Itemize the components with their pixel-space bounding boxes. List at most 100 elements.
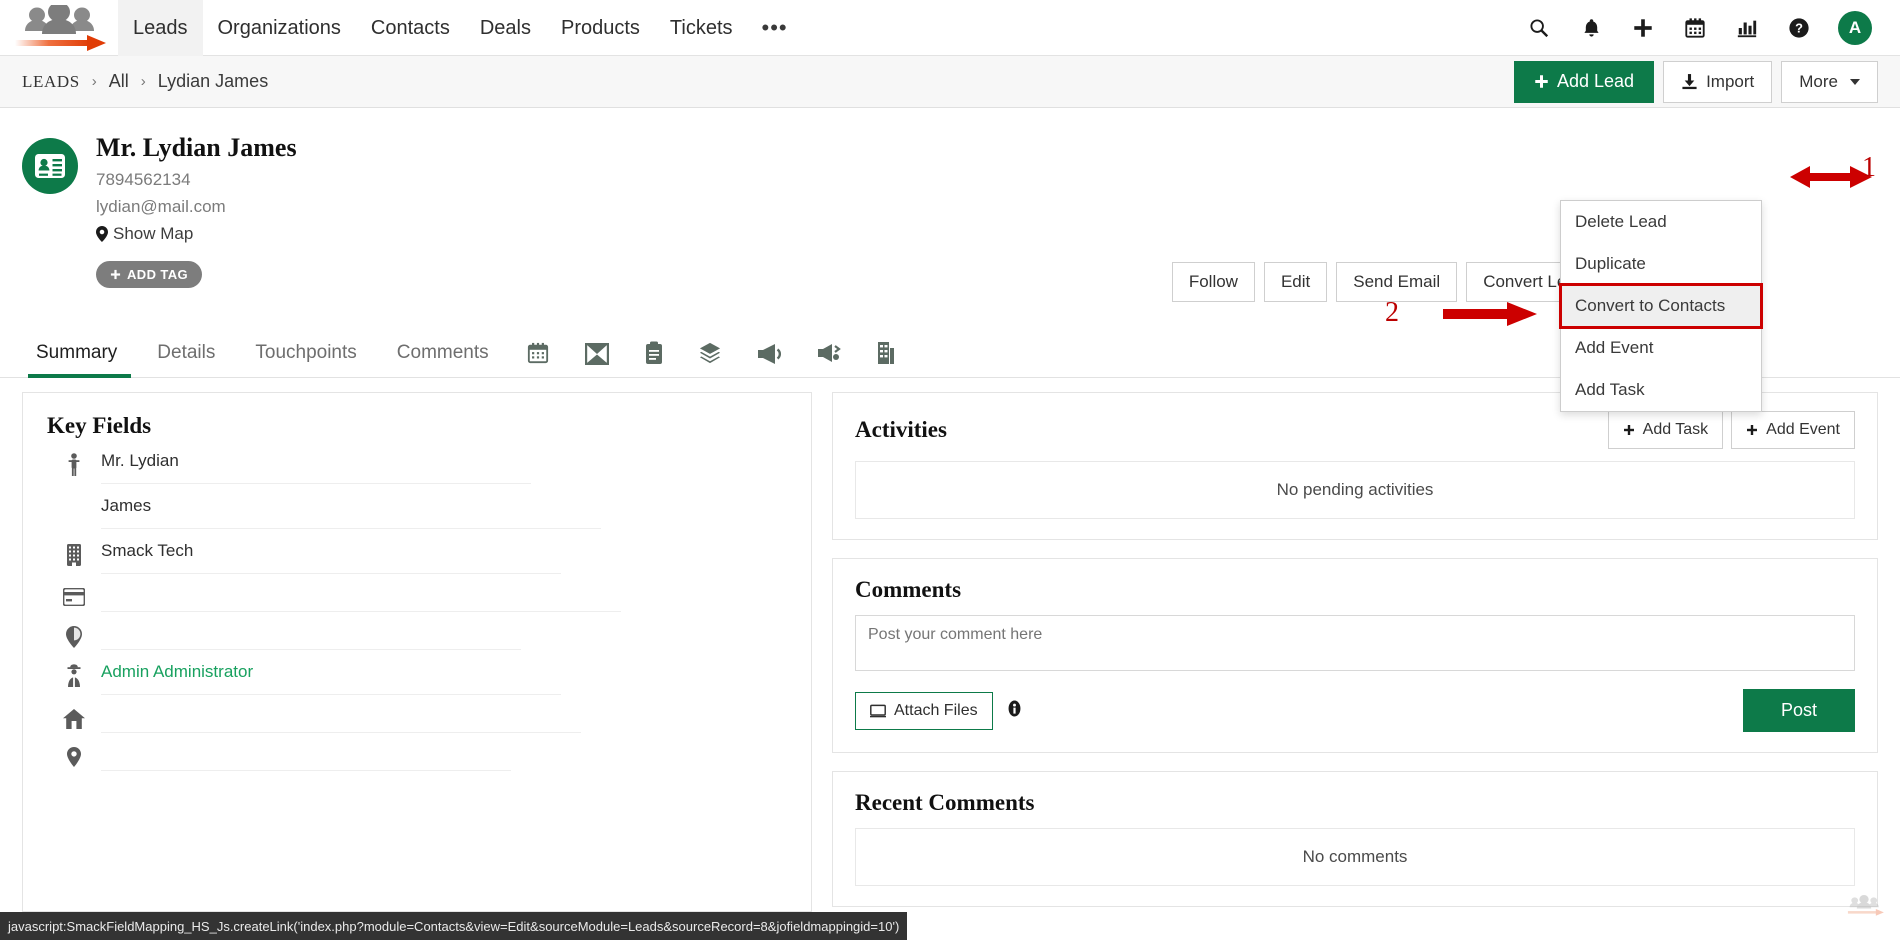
breadcrumb-bar: LEADS › All › Lydian James Add Lead Impo… xyxy=(0,56,1900,108)
key-field-row: James xyxy=(47,484,787,529)
key-field-row: Smack Tech xyxy=(47,529,787,574)
globe-phone-icon xyxy=(47,624,101,648)
comment-input[interactable] xyxy=(855,615,1855,671)
search-icon[interactable] xyxy=(1526,15,1552,41)
tab-megaphone-icon[interactable] xyxy=(739,343,799,377)
building-icon xyxy=(47,541,101,567)
plus-icon xyxy=(1534,74,1549,89)
help-icon[interactable]: ? xyxy=(1786,15,1812,41)
key-field-row xyxy=(47,733,787,771)
right-column: Activities Add Task Add Even xyxy=(832,392,1878,925)
breadcrumb-more-button[interactable]: More xyxy=(1781,61,1878,103)
plus-icon[interactable] xyxy=(1630,15,1656,41)
attach-files-label: Attach Files xyxy=(894,702,978,720)
show-map-link[interactable]: Show Map xyxy=(96,224,297,244)
record-avatar-icon xyxy=(22,138,78,194)
tab-envelope-icon[interactable] xyxy=(567,343,627,377)
menu-item-delete-lead[interactable]: Delete Lead xyxy=(1561,201,1761,243)
key-field-value-organization[interactable]: Smack Tech xyxy=(101,541,561,574)
status-bar-url: javascript:SmackFieldMapping_HS_Js.creat… xyxy=(8,919,899,934)
menu-item-duplicate[interactable]: Duplicate xyxy=(1561,243,1761,285)
nav-item-products[interactable]: Products xyxy=(546,0,655,56)
menu-item-add-event[interactable]: Add Event xyxy=(1561,327,1761,369)
tab-layers-icon[interactable] xyxy=(681,341,739,377)
key-field-value-salutation-firstname[interactable]: Mr. Lydian xyxy=(101,451,531,484)
breadcrumb-more-label: More xyxy=(1799,72,1838,92)
nav-item-leads[interactable]: Leads xyxy=(118,0,203,56)
annotation-number-2: 2 xyxy=(1385,297,1399,329)
key-field-value-website[interactable] xyxy=(101,624,521,650)
card-icon xyxy=(47,586,101,606)
breadcrumb-current: Lydian James xyxy=(158,71,268,92)
key-field-value-assigned-to[interactable]: Admin Administrator xyxy=(101,662,561,695)
attach-files-button[interactable]: Attach Files xyxy=(855,692,993,730)
svg-text:?: ? xyxy=(1795,20,1803,35)
bell-icon[interactable] xyxy=(1578,15,1604,41)
activities-title: Activities xyxy=(855,417,947,443)
recent-comments-header: Recent Comments xyxy=(833,772,1877,828)
add-task-button[interactable]: Add Task xyxy=(1608,411,1724,449)
browser-status-bar: javascript:SmackFieldMapping_HS_Js.creat… xyxy=(0,912,907,940)
user-avatar[interactable]: A xyxy=(1838,11,1872,45)
comment-toolbar: Attach Files Post xyxy=(855,689,1855,732)
info-icon[interactable] xyxy=(1006,700,1023,722)
nav-item-contacts[interactable]: Contacts xyxy=(356,0,465,56)
plus-icon xyxy=(1623,424,1635,436)
key-field-value-city[interactable] xyxy=(101,745,511,771)
tab-comments[interactable]: Comments xyxy=(377,342,509,377)
key-fields-title: Key Fields xyxy=(47,413,787,439)
breadcrumb-view[interactable]: All xyxy=(109,71,129,92)
tab-building-icon[interactable] xyxy=(859,341,913,377)
annotation-arrow-2 xyxy=(1443,300,1539,333)
app-logo[interactable] xyxy=(0,0,118,56)
recent-comments-title: Recent Comments xyxy=(855,790,1034,816)
tab-document-icon[interactable] xyxy=(627,341,681,377)
blank-icon xyxy=(47,496,101,498)
key-field-row: Admin Administrator xyxy=(47,650,787,695)
more-dropdown-menu: Delete Lead Duplicate Convert to Contact… xyxy=(1560,200,1762,412)
edit-button[interactable]: Edit xyxy=(1264,262,1327,302)
pin-icon xyxy=(47,745,101,767)
add-task-label: Add Task xyxy=(1643,421,1709,439)
breadcrumb-module[interactable]: LEADS xyxy=(22,72,80,92)
person-icon xyxy=(47,451,101,477)
tab-summary[interactable]: Summary xyxy=(22,342,137,377)
nav-item-organizations[interactable]: Organizations xyxy=(203,0,356,56)
key-field-row xyxy=(47,695,787,733)
recent-comments-empty-state: No comments xyxy=(855,828,1855,886)
import-button[interactable]: Import xyxy=(1663,61,1772,103)
import-label: Import xyxy=(1706,72,1754,92)
chart-icon[interactable] xyxy=(1734,15,1760,41)
menu-item-add-task[interactable]: Add Task xyxy=(1561,369,1761,411)
tab-details[interactable]: Details xyxy=(137,342,235,377)
add-event-button[interactable]: Add Event xyxy=(1731,411,1855,449)
recent-comments-panel: Recent Comments No comments xyxy=(832,771,1878,907)
main-content: Key Fields Mr. Lydian James xyxy=(0,378,1900,925)
key-field-value-lastname[interactable]: James xyxy=(101,496,601,529)
nav-overflow-icon[interactable]: ••• xyxy=(748,8,802,48)
key-field-value-address[interactable] xyxy=(101,707,581,733)
nav-item-tickets[interactable]: Tickets xyxy=(655,0,748,56)
comments-panel: Comments Attach Files xyxy=(832,558,1878,753)
add-lead-button[interactable]: Add Lead xyxy=(1514,61,1654,103)
breadcrumb-separator-icon: › xyxy=(92,73,97,90)
key-field-row xyxy=(47,574,787,612)
add-tag-label: ADD TAG xyxy=(127,267,188,282)
nav-right-icons: ? A xyxy=(1526,11,1878,45)
post-comment-button[interactable]: Post xyxy=(1743,689,1855,732)
import-icon xyxy=(1681,73,1698,90)
key-field-row xyxy=(47,612,787,650)
nav-item-deals[interactable]: Deals xyxy=(465,0,546,56)
follow-button[interactable]: Follow xyxy=(1172,262,1255,302)
nav-items: Leads Organizations Contacts Deals Produ… xyxy=(118,0,802,56)
add-tag-button[interactable]: ADD TAG xyxy=(96,261,202,288)
send-email-button[interactable]: Send Email xyxy=(1336,262,1457,302)
tab-campaign-icon[interactable] xyxy=(799,343,859,377)
tab-calendar-icon[interactable] xyxy=(509,341,567,377)
breadcrumb-actions: Add Lead Import More xyxy=(1514,61,1878,103)
menu-item-convert-to-contacts[interactable]: Convert to Contacts xyxy=(1561,285,1761,327)
key-field-value-designation[interactable] xyxy=(101,586,621,612)
tab-touchpoints[interactable]: Touchpoints xyxy=(235,342,376,377)
calendar-icon[interactable] xyxy=(1682,15,1708,41)
app-root: Leads Organizations Contacts Deals Produ… xyxy=(0,0,1900,940)
